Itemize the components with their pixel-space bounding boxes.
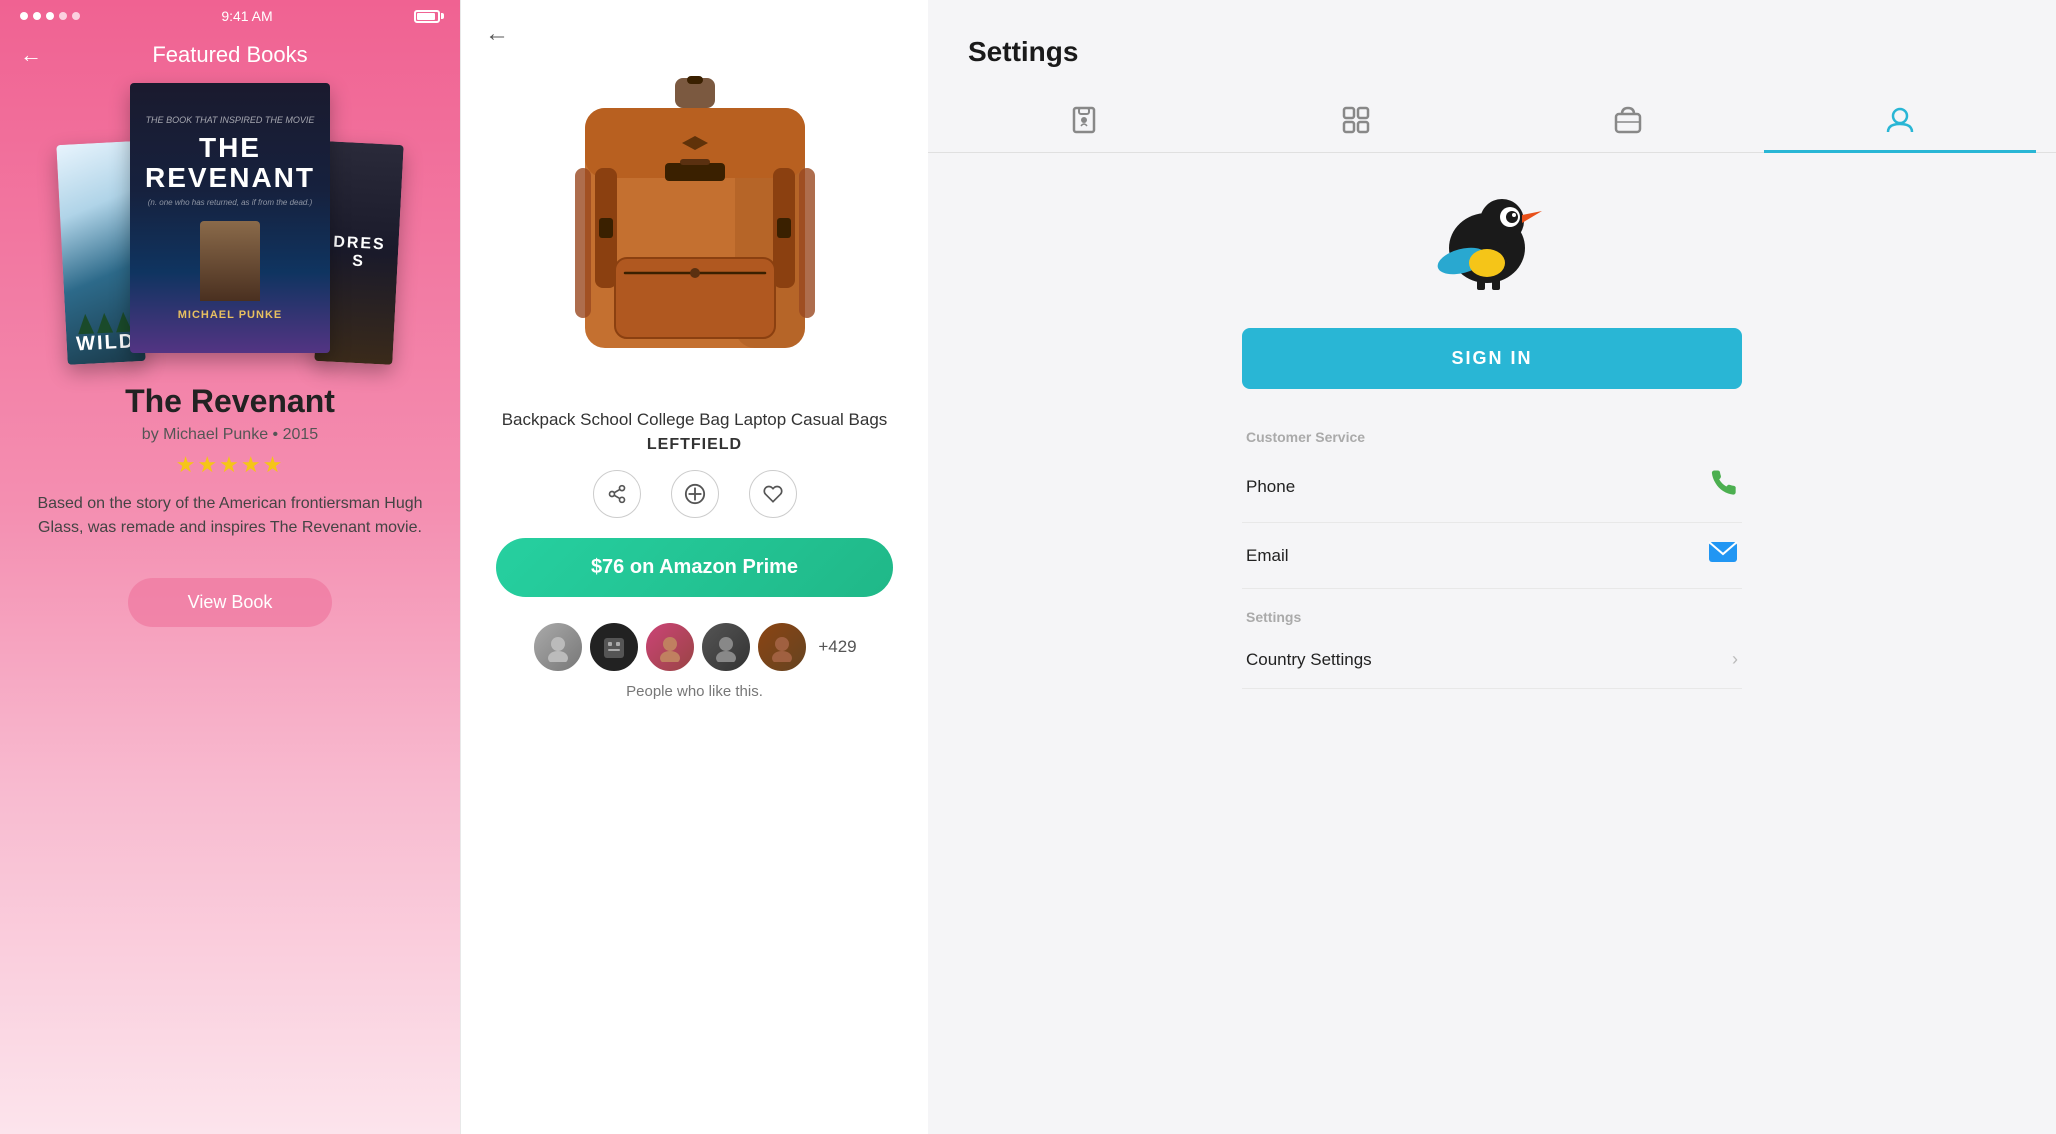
- dot5: [72, 12, 80, 20]
- bullet: •: [273, 426, 283, 443]
- avatar-5: [756, 621, 808, 673]
- product-name: Backpack School College Bag Laptop Casua…: [461, 408, 928, 432]
- dot3: [46, 12, 54, 20]
- time-display: 9:41 AM: [221, 8, 272, 24]
- store-icon: [1068, 104, 1100, 136]
- book-author-year: by Michael Punke • 2015: [30, 426, 430, 444]
- books-carousel: WILD THE BOOK THAT INSPIRED THE MOVIE TH…: [0, 83, 460, 373]
- settings-tabs: [928, 88, 2056, 153]
- settings-section-label: Settings: [1242, 609, 1742, 625]
- phone-label: Phone: [1246, 477, 1295, 497]
- book-main-title: The Revenant: [30, 383, 430, 420]
- dress-title: DRESS: [332, 234, 386, 273]
- star-rating: ★★★★★: [30, 452, 430, 478]
- sign-in-button[interactable]: SIGN IN: [1242, 328, 1742, 389]
- panel-books: 9:41 AM ← Featured Books WILD THE BOOK T…: [0, 0, 460, 1134]
- bag-icon: [1612, 104, 1644, 136]
- customer-service-section-label: Customer Service: [1242, 429, 1742, 445]
- product-image: [555, 68, 835, 388]
- panel-product: ←: [460, 0, 928, 1134]
- bird-logo: [1432, 193, 1552, 293]
- battery-fill: [417, 13, 435, 20]
- back-button[interactable]: ←: [20, 42, 42, 68]
- phone-icon: [1710, 469, 1738, 504]
- people-avatars: +429: [532, 621, 856, 673]
- tab-grid[interactable]: [1220, 88, 1492, 152]
- settings-title: Settings: [928, 0, 2056, 88]
- profile-icon: [1884, 104, 1916, 136]
- settings-body: SIGN IN Customer Service Phone Email: [928, 153, 2056, 1134]
- settings-item-country[interactable]: Country Settings ›: [1242, 631, 1742, 689]
- people-section: +429 People who like this.: [461, 621, 928, 700]
- avatar-1: [532, 621, 584, 673]
- favorite-button[interactable]: [749, 470, 797, 518]
- tree2: [96, 312, 113, 333]
- avatar-2: [588, 621, 640, 673]
- books-header: ← Featured Books: [0, 32, 460, 83]
- product-brand: LEFTFIELD: [461, 436, 928, 454]
- page-title: Featured Books: [152, 42, 307, 68]
- dot1: [20, 12, 28, 20]
- revenant-author: MICHAEL PUNKE: [178, 309, 282, 321]
- revenant-subtitle: (n. one who has returned, as if from the…: [148, 198, 313, 207]
- avatar-count: +429: [818, 637, 856, 657]
- revenant-tagline: THE BOOK THAT INSPIRED THE MOVIE: [146, 115, 315, 127]
- book-card-revenant[interactable]: THE BOOK THAT INSPIRED THE MOVIE THEREVE…: [130, 83, 330, 353]
- view-book-button[interactable]: View Book: [128, 578, 333, 627]
- status-bar: 9:41 AM: [0, 0, 460, 32]
- logo-area: [1432, 193, 1552, 298]
- book-year: 2015: [283, 426, 319, 443]
- product-header: ←: [461, 0, 928, 58]
- product-back-button[interactable]: ←: [485, 20, 509, 47]
- panel-settings: Settings: [928, 0, 2056, 1134]
- battery-icon: [414, 10, 440, 23]
- book-description: Based on the story of the American front…: [30, 492, 430, 540]
- book-cover-revenant: THE BOOK THAT INSPIRED THE MOVIE THEREVE…: [130, 83, 330, 353]
- revenant-title: THEREVENANT: [145, 133, 315, 195]
- avatar-3: [644, 621, 696, 673]
- add-button[interactable]: [671, 470, 719, 518]
- dot2: [33, 12, 41, 20]
- product-actions: [461, 470, 928, 518]
- settings-list: Customer Service Phone Email: [1242, 429, 1742, 689]
- settings-item-phone[interactable]: Phone: [1242, 451, 1742, 523]
- grid-icon: [1340, 104, 1372, 136]
- buy-button[interactable]: $76 on Amazon Prime: [496, 538, 893, 597]
- avatar-4: [700, 621, 752, 673]
- wild-title: WILD: [76, 330, 136, 356]
- tab-profile[interactable]: [1764, 88, 2036, 152]
- settings-item-email[interactable]: Email: [1242, 523, 1742, 589]
- dot4: [59, 12, 67, 20]
- share-button[interactable]: [593, 470, 641, 518]
- country-label: Country Settings: [1246, 650, 1372, 670]
- product-image-container: [461, 58, 928, 408]
- email-label: Email: [1246, 546, 1289, 566]
- email-icon: [1708, 541, 1738, 570]
- tree1: [77, 313, 94, 334]
- book-author: by Michael Punke: [142, 426, 268, 443]
- tab-store[interactable]: [948, 88, 1220, 152]
- tab-bag[interactable]: [1492, 88, 1764, 152]
- book-info: The Revenant by Michael Punke • 2015 ★★★…: [0, 373, 460, 568]
- chevron-right-icon: ›: [1732, 649, 1738, 670]
- revenant-figure: [200, 221, 260, 301]
- signal-dots: [20, 12, 80, 20]
- people-label: People who like this.: [626, 683, 763, 700]
